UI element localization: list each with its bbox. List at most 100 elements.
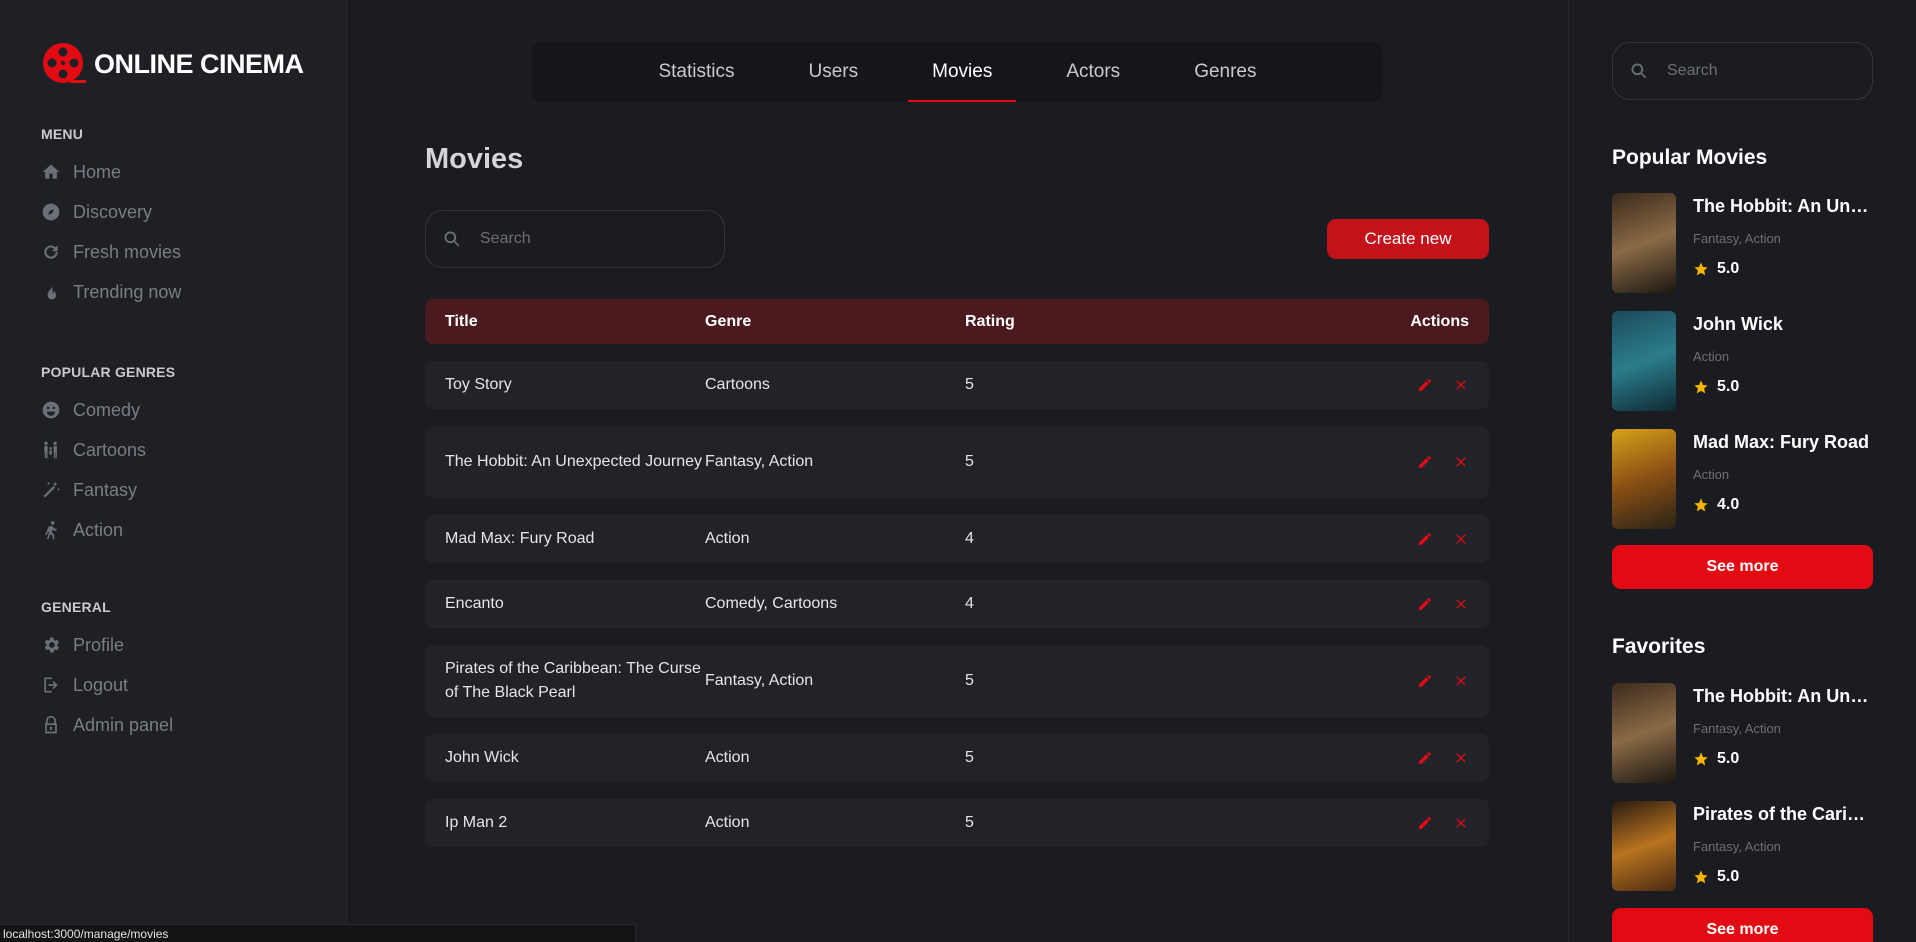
movie-card[interactable]: John Wick Action 5.0: [1612, 311, 1873, 411]
edit-icon[interactable]: [1417, 750, 1433, 766]
table-row: Encanto Comedy, Cartoons 4: [425, 580, 1489, 628]
star-icon: [1694, 498, 1708, 512]
cell-rating: 4: [965, 595, 974, 612]
delete-icon[interactable]: [1453, 815, 1469, 831]
magic-wand-icon: [43, 481, 61, 498]
smile-icon: [42, 401, 60, 419]
tab-label: Users: [808, 61, 859, 82]
sidebar-item-label: Logout: [73, 674, 129, 695]
movie-card[interactable]: Pirates of the Caribbean: The Curse of T…: [1612, 801, 1873, 891]
general-section: General Profile Logout Admin panel: [41, 599, 173, 745]
cell-title: Pirates of the Caribbean: The Curse of T…: [445, 660, 701, 701]
movies-search[interactable]: [425, 210, 725, 268]
delete-icon[interactable]: [1453, 531, 1469, 547]
cell-title: Ip Man 2: [445, 814, 508, 831]
tab-label: Genres: [1194, 61, 1257, 82]
popular-movies-title: Popular Movies: [1612, 146, 1768, 169]
sidebar-item-label: Profile: [73, 634, 125, 655]
edit-icon[interactable]: [1417, 377, 1433, 393]
movie-info: John Wick Action 5.0: [1693, 311, 1873, 411]
table-row: John Wick Action 5: [425, 734, 1489, 782]
page-title: Movies: [425, 143, 524, 175]
cell-rating: 5: [965, 814, 974, 831]
cell-genre: Fantasy, Action: [705, 453, 814, 470]
table-row: Mad Max: Fury Road Action 4: [425, 515, 1489, 563]
search-input[interactable]: [480, 230, 700, 248]
sidebar-item-profile[interactable]: Profile: [41, 625, 173, 665]
cell-actions: [1329, 531, 1469, 547]
create-new-button[interactable]: Create new: [1327, 219, 1489, 259]
movie-card[interactable]: Mad Max: Fury Road Action 4.0: [1612, 429, 1873, 529]
menu-section: Menu Home Discovery Fresh movies Trendin…: [41, 126, 181, 312]
see-more-favorites-button[interactable]: See more: [1612, 908, 1873, 942]
tab-users[interactable]: Users: [785, 42, 883, 102]
movie-name: Pirates of the Caribbean: The Curse of T…: [1693, 804, 1873, 824]
movie-genres: Fantasy, Action: [1693, 839, 1781, 854]
right-sidebar: Popular Movies The Hobbit: An Unexpected…: [1568, 0, 1916, 942]
sidebar-item-home[interactable]: Home: [41, 152, 181, 192]
cell-actions: [1329, 596, 1469, 612]
sidebar-item-discovery[interactable]: Discovery: [41, 192, 181, 232]
cell-title: Encanto: [445, 595, 504, 612]
compass-icon: [42, 203, 60, 221]
sidebar-item-fresh-movies[interactable]: Fresh movies: [41, 232, 181, 272]
tab-label: Movies: [932, 61, 993, 82]
search-input[interactable]: [1667, 62, 1847, 80]
table-row: Pirates of the Caribbean: The Curse of T…: [425, 645, 1489, 717]
edit-icon[interactable]: [1417, 596, 1433, 612]
movie-name: Mad Max: Fury Road: [1693, 432, 1870, 452]
movie-genres: Fantasy, Action: [1693, 231, 1781, 246]
edit-icon[interactable]: [1417, 673, 1433, 689]
gear-icon: [44, 637, 59, 653]
rating-value: 4.0: [1717, 496, 1740, 513]
movie-rating: 5.0: [1693, 260, 1873, 278]
sidebar-item-fantasy[interactable]: Fantasy: [41, 470, 175, 510]
tab-genres[interactable]: Genres: [1170, 42, 1280, 102]
global-search[interactable]: [1612, 42, 1873, 100]
tab-statistics[interactable]: Statistics: [634, 42, 758, 102]
movies-table: Title Genre Rating Actions Toy Story Cart…: [425, 299, 1489, 864]
movie-card[interactable]: The Hobbit: An Unexpected Journey Fantasy…: [1612, 193, 1873, 293]
movie-card[interactable]: The Hobbit: An Unexpected Journey Fantasy…: [1612, 683, 1873, 783]
tab-label: Statistics: [658, 61, 735, 82]
movie-genres: Fantasy, Action: [1693, 721, 1781, 736]
sidebar-item-admin-panel[interactable]: Admin panel: [41, 705, 173, 745]
edit-icon[interactable]: [1417, 531, 1433, 547]
cell-genre: Action: [705, 530, 750, 547]
see-more-popular-button[interactable]: See more: [1612, 545, 1873, 589]
cell-actions: [1329, 750, 1469, 766]
tab-label: Actors: [1066, 61, 1121, 82]
column-header-title: Title: [445, 312, 478, 330]
movie-poster: [1612, 801, 1676, 891]
delete-icon[interactable]: [1453, 750, 1469, 766]
movie-info: Mad Max: Fury Road Action 4.0: [1693, 429, 1873, 529]
cell-actions: [1329, 673, 1469, 689]
sidebar-item-logout[interactable]: Logout: [41, 665, 173, 705]
logo[interactable]: ONLINE CINEMA: [42, 42, 304, 86]
genres-section: Popular genres Comedy Cartoons Fantasy A…: [41, 364, 175, 550]
column-header-genre: Genre: [705, 312, 752, 330]
logo-text: ONLINE CINEMA: [94, 48, 304, 79]
table-header: Title Genre Rating Actions: [425, 299, 1489, 344]
movie-info: Pirates of the Caribbean: The Curse of T…: [1693, 801, 1873, 891]
tab-actors[interactable]: Actors: [1042, 42, 1144, 102]
delete-icon[interactable]: [1453, 377, 1469, 393]
sidebar-item-label: Home: [73, 161, 122, 182]
movie-poster: [1612, 193, 1676, 293]
edit-icon[interactable]: [1417, 454, 1433, 470]
sidebar-item-cartoons[interactable]: Cartoons: [41, 430, 175, 470]
general-heading: General: [41, 599, 111, 615]
lock-icon: [45, 715, 57, 734]
edit-icon[interactable]: [1417, 815, 1433, 831]
delete-icon[interactable]: [1453, 454, 1469, 470]
movie-info: The Hobbit: An Unexpected Journey Fantasy…: [1693, 193, 1873, 293]
sidebar-item-action[interactable]: Action: [41, 510, 175, 550]
delete-icon[interactable]: [1453, 673, 1469, 689]
sidebar-item-comedy[interactable]: Comedy: [41, 390, 175, 430]
movie-poster: [1612, 683, 1676, 783]
cell-genre: Fantasy, Action: [705, 672, 814, 689]
movie-rating: 5.0: [1693, 750, 1873, 768]
sidebar-item-trending-now[interactable]: Trending now: [41, 272, 181, 312]
delete-icon[interactable]: [1453, 596, 1469, 612]
tab-movies[interactable]: Movies: [908, 42, 1017, 102]
